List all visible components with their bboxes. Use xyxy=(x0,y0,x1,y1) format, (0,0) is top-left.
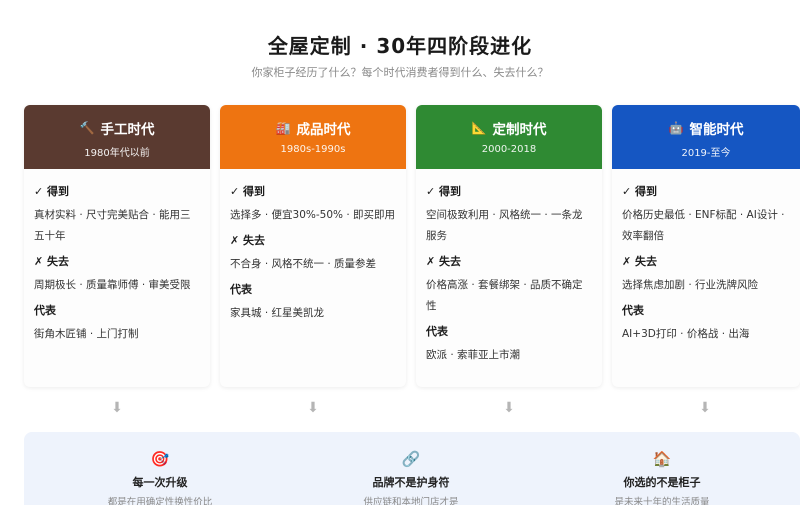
rep-heading: 代表 xyxy=(426,325,448,338)
gain-text: 选择多 · 便宜30%-50% · 即买即用 xyxy=(230,209,395,221)
loss-text: 周期极长 · 质量靠师傅 · 审美受限 xyxy=(34,279,191,291)
stage-card-ready-made: 🏭 成品时代 1980s-1990s ✓ 得到 选择多 · 便宜30%-50% … xyxy=(220,105,406,387)
gain-heading: ✓ 得到 xyxy=(426,185,462,198)
summary-title: 你选的不是柜子 xyxy=(623,476,701,489)
loss-heading: ✗ 失去 xyxy=(34,255,70,268)
stage-cards: 🔨 手工时代 1980年代以前 ✓ 得到 真材实料 · 尺寸完美贴合 · 能用三… xyxy=(24,105,800,387)
summary-desc: 都是在用确定性换性价比 xyxy=(107,497,213,505)
stage-header: 🤖 智能时代 2019-至今 xyxy=(612,105,800,169)
down-arrow-icon: ⬇ xyxy=(503,400,515,416)
stage-card-custom: 📐 定制时代 2000-2018 ✓ 得到 空间极致利用 · 风格统一 · 一条… xyxy=(416,105,602,387)
summary-title: 每一次升级 xyxy=(132,476,188,489)
rep-text: 欧派 · 索菲亚上市潮 xyxy=(426,349,521,361)
gain-heading: ✓ 得到 xyxy=(230,185,266,198)
house-icon: 🏠 xyxy=(652,450,672,468)
stage-header: 📐 定制时代 2000-2018 xyxy=(416,105,602,169)
page-subtitle: 你家柜子经历了什么？每个时代消费者得到什么、失去什么？ xyxy=(251,66,549,79)
stage-period: 2000-2018 xyxy=(481,144,537,155)
rep-heading: 代表 xyxy=(622,304,644,317)
gain-text: 空间极致利用 · 风格统一 · 一条龙服务 xyxy=(426,209,583,242)
stage-card-smart: 🤖 智能时代 2019-至今 ✓ 得到 价格历史最低 · ENF标配 · AI设… xyxy=(612,105,800,387)
gain-text: 真材实料 · 尺寸完美贴合 · 能用三五十年 xyxy=(34,209,191,242)
summary-desc: 供应链和本地门店才是 xyxy=(363,497,459,505)
stage-header: 🔨 手工时代 1980年代以前 xyxy=(24,105,210,169)
summary-item: 🔗 品牌不是护身符 供应链和本地门店才是 xyxy=(311,450,511,505)
loss-heading: ✗ 失去 xyxy=(426,255,462,268)
loss-text: 选择焦虑加剧 · 行业洗牌风险 xyxy=(622,279,759,291)
stage-period: 1980年代以前 xyxy=(84,148,150,159)
down-arrow-icon: ⬇ xyxy=(111,400,123,416)
summary-title: 品牌不是护身符 xyxy=(372,476,450,489)
stage-name: 手工时代 xyxy=(100,122,155,138)
gain-heading: ✓ 得到 xyxy=(34,185,70,198)
hammer-icon: 🔨 xyxy=(79,121,95,135)
rep-heading: 代表 xyxy=(34,304,56,317)
stage-card-handcraft: 🔨 手工时代 1980年代以前 ✓ 得到 真材实料 · 尺寸完美贴合 · 能用三… xyxy=(24,105,210,387)
stage-period: 2019-至今 xyxy=(681,148,731,159)
down-arrow-icon: ⬇ xyxy=(307,400,319,416)
page-title: 全屋定制 · 30年四阶段进化 xyxy=(267,34,533,58)
loss-text: 价格高涨 · 套餐绑架 · 品质不确定性 xyxy=(426,279,583,312)
loss-text: 不合身 · 风格不统一 · 质量参差 xyxy=(230,258,377,270)
target-icon: 🎯 xyxy=(150,450,170,468)
stage-name: 成品时代 xyxy=(296,122,351,138)
stage-name: 定制时代 xyxy=(492,122,547,138)
stage-name: 智能时代 xyxy=(689,122,744,138)
factory-icon: 🏭 xyxy=(275,121,291,135)
summary-panel: 🎯 每一次升级 都是在用确定性换性价比 🔗 品牌不是护身符 供应链和本地门店才是… xyxy=(24,432,800,505)
gain-text: 价格历史最低 · ENF标配 · AI设计 · 效率翻倍 xyxy=(622,209,785,242)
ruler-icon: 📐 xyxy=(471,121,487,135)
rep-text: AI+3D打印 · 价格战 · 出海 xyxy=(622,328,750,340)
stage-period: 1980s-1990s xyxy=(280,144,346,155)
summary-item: 🏠 你选的不是柜子 是未来十年的生活质量 xyxy=(562,450,762,505)
robot-icon: 🤖 xyxy=(668,121,684,135)
summary-desc: 是未来十年的生活质量 xyxy=(614,497,710,505)
link-icon: 🔗 xyxy=(401,450,421,468)
gain-heading: ✓ 得到 xyxy=(622,185,658,198)
stage-header: 🏭 成品时代 1980s-1990s xyxy=(220,105,406,169)
summary-item: 🎯 每一次升级 都是在用确定性换性价比 xyxy=(60,450,260,505)
loss-heading: ✗ 失去 xyxy=(622,255,658,268)
loss-heading: ✗ 失去 xyxy=(230,234,266,247)
rep-text: 家具城 · 红星美凯龙 xyxy=(230,307,325,319)
rep-text: 街角木匠铺 · 上门打制 xyxy=(34,328,139,340)
down-arrow-icon: ⬇ xyxy=(699,400,711,416)
rep-heading: 代表 xyxy=(230,283,252,296)
